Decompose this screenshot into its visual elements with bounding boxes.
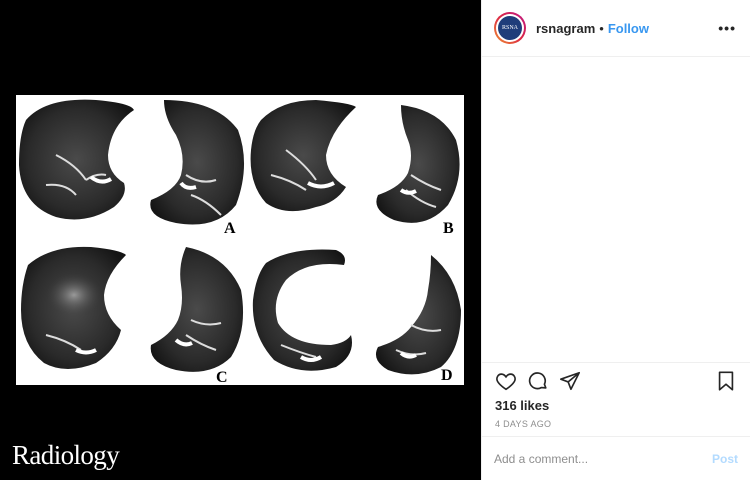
post-timestamp: 4 DAYS AGO (495, 419, 552, 429)
likes-count[interactable]: 316 likes (495, 398, 549, 413)
rsna-logo: RSNA (498, 16, 522, 40)
comment-icon[interactable] (526, 369, 550, 393)
ct-scan-figure: A B C D (16, 95, 464, 385)
panel-b-lungs (250, 100, 460, 223)
username-link[interactable]: rsnagram (536, 21, 595, 36)
panel-label-b: B (443, 220, 454, 237)
panel-a-lungs (19, 99, 245, 225)
post-comment-button[interactable]: Post (712, 452, 738, 466)
panel-label-c: C (216, 369, 228, 385)
post-side-panel: RSNA rsnagram • Follow ••• 316 likes 4 D… (481, 0, 750, 480)
follow-button[interactable]: Follow (608, 21, 649, 36)
comment-bar: Post (482, 436, 750, 480)
post-header: RSNA rsnagram • Follow ••• (482, 0, 750, 57)
comments-area[interactable] (482, 58, 750, 361)
panel-label-a: A (224, 220, 236, 237)
comment-input[interactable] (494, 451, 712, 466)
separator-dot: • (599, 20, 604, 36)
post-media[interactable]: A B C D Radiology (0, 0, 481, 480)
action-bar (482, 362, 750, 398)
share-icon[interactable] (558, 369, 582, 393)
avatar[interactable]: RSNA (494, 12, 526, 44)
panel-d-lungs (252, 249, 461, 375)
more-options-icon[interactable]: ••• (718, 20, 736, 36)
heart-icon[interactable] (494, 369, 518, 393)
radiology-watermark: Radiology (12, 440, 120, 470)
panel-c-lungs (21, 246, 244, 372)
panel-label-d: D (441, 367, 453, 384)
bookmark-icon[interactable] (714, 369, 738, 393)
